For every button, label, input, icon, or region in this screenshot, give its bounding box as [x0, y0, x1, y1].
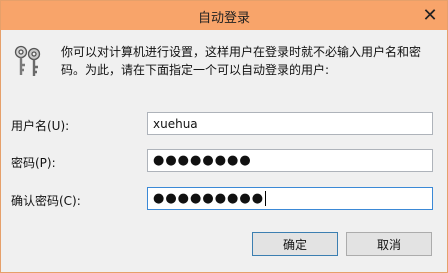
- text-caret: [265, 191, 267, 206]
- auto-login-dialog: 自动登录 ✕ 你可以对计算机进行设置，这样用户在登录时就不必输入用户名和密码。为…: [0, 0, 448, 273]
- title-bar[interactable]: 自动登录 ✕: [1, 1, 447, 30]
- password-field[interactable]: ●●●●●●●●: [147, 149, 433, 172]
- ok-button[interactable]: 确定: [252, 232, 338, 256]
- confirm-password-field[interactable]: ●●●●●●●●●: [147, 187, 433, 210]
- password-label: 密码(P):: [11, 156, 56, 170]
- confirm-password-label: 确认密码(C):: [11, 194, 81, 208]
- keys-icon: [14, 45, 41, 76]
- username-value: xuehua: [153, 116, 198, 131]
- dialog-description: 你可以对计算机进行设置，这样用户在登录时就不必输入用户名和密码。为此，请在下面指…: [61, 45, 422, 77]
- close-icon: ✕: [422, 5, 438, 26]
- username-label: 用户名(U):: [11, 119, 70, 133]
- close-button[interactable]: ✕: [413, 1, 447, 30]
- confirm-password-masked-value: ●●●●●●●●●: [153, 191, 265, 206]
- cancel-button[interactable]: 取消: [346, 232, 432, 256]
- username-field[interactable]: xuehua: [147, 112, 433, 135]
- password-masked-value: ●●●●●●●●: [153, 153, 252, 168]
- window-title: 自动登录: [197, 11, 250, 26]
